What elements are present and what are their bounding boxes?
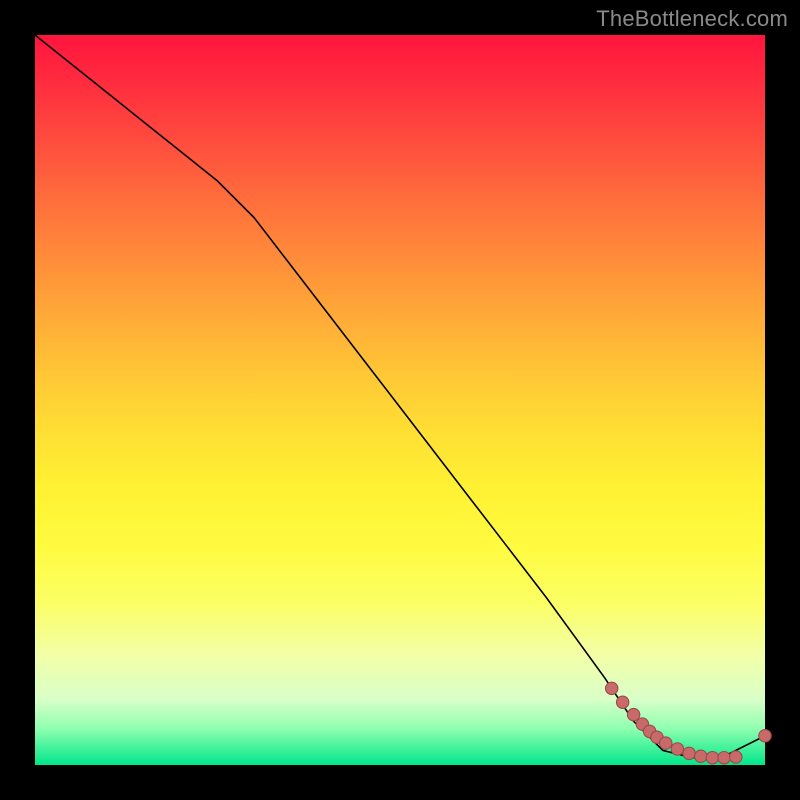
marker-point	[605, 682, 617, 694]
marker-point	[706, 751, 718, 763]
marker-point	[759, 730, 771, 742]
marker-group	[605, 682, 771, 764]
marker-point	[683, 747, 695, 759]
marker-point	[730, 751, 742, 763]
chart-overlay	[35, 35, 765, 765]
curve-line	[35, 35, 765, 758]
marker-point	[660, 737, 672, 749]
marker-point	[718, 751, 730, 763]
marker-point	[616, 696, 628, 708]
marker-point	[627, 708, 639, 720]
marker-point	[671, 743, 683, 755]
chart-stage: TheBottleneck.com	[0, 0, 800, 800]
watermark-label: TheBottleneck.com	[596, 6, 788, 32]
marker-point	[695, 750, 707, 762]
